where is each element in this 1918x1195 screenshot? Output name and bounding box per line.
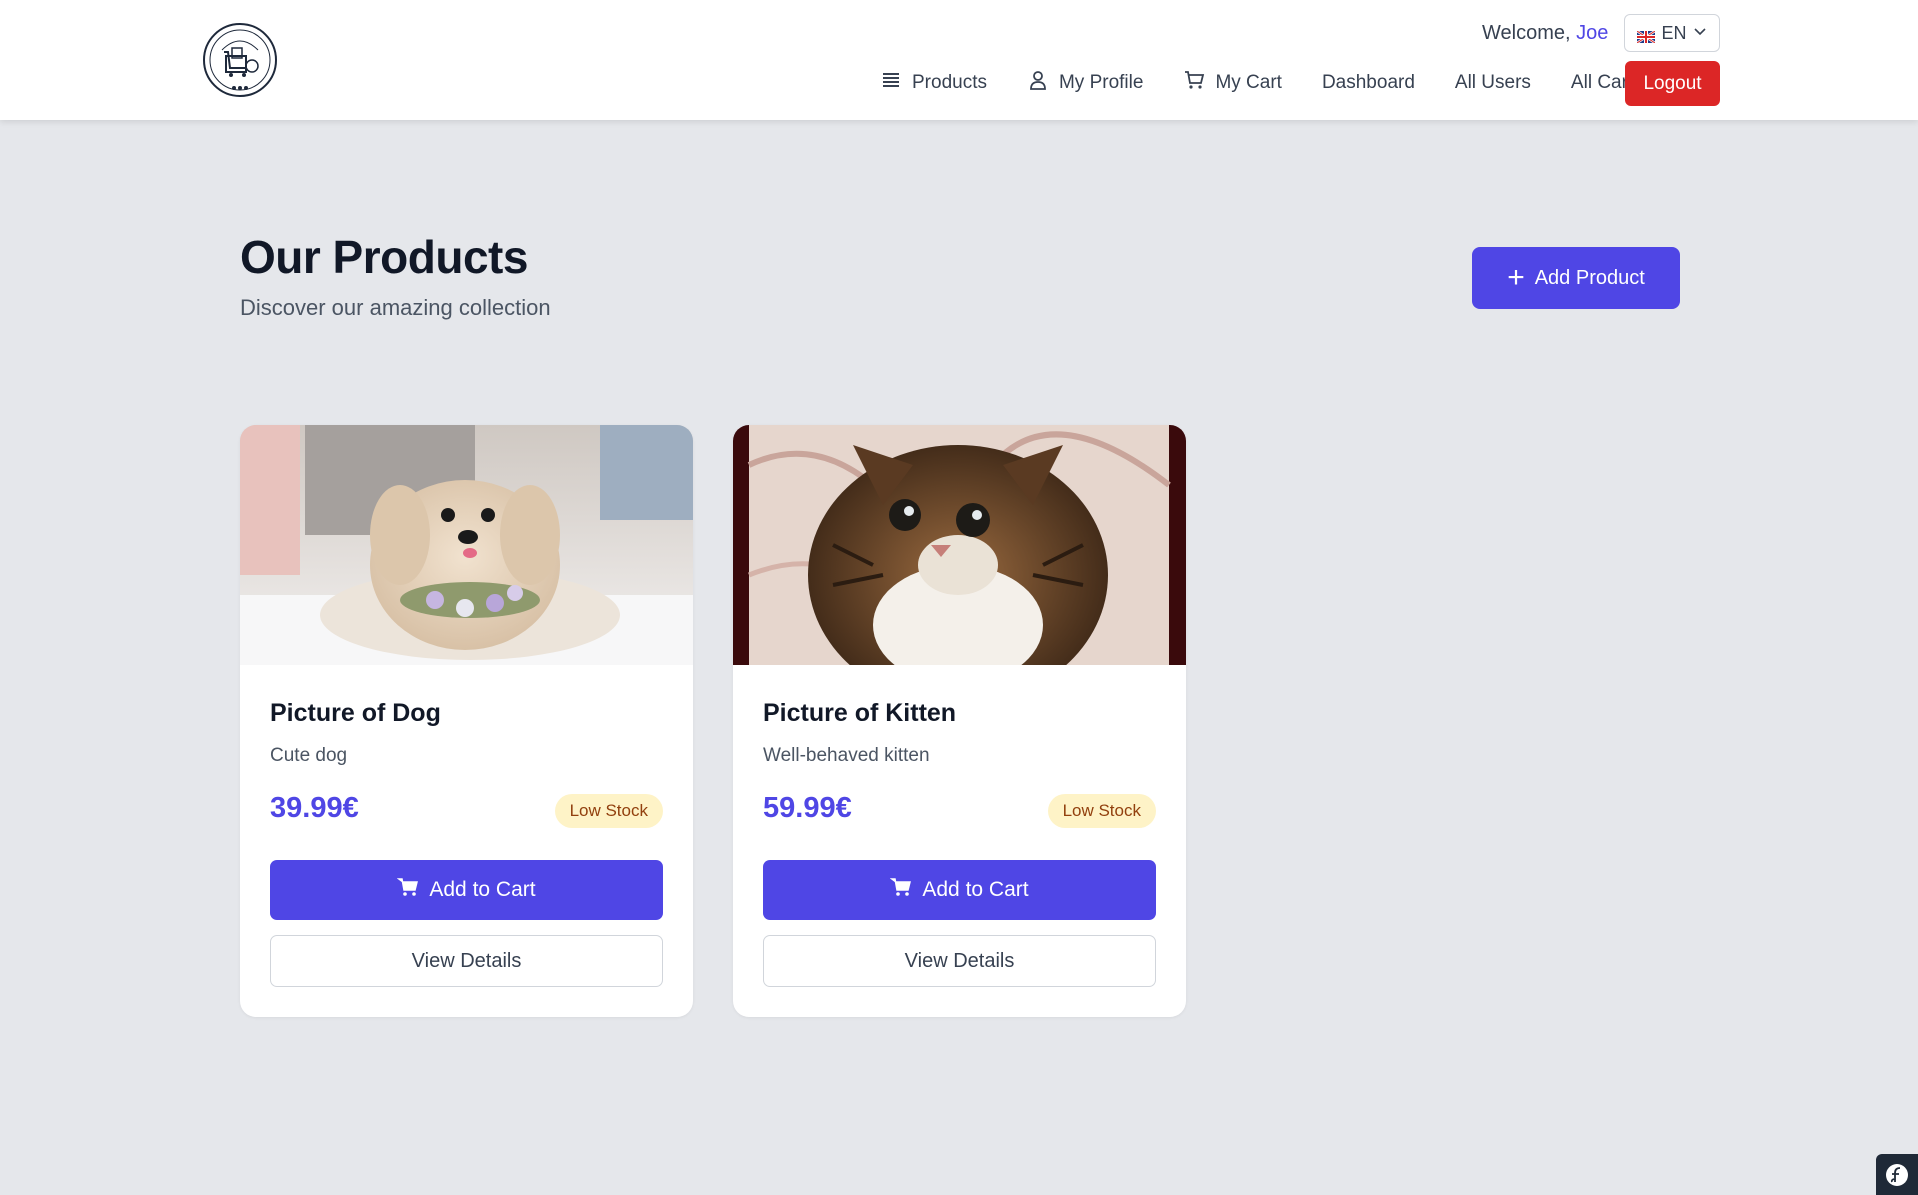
nav-dashboard-label: Dashboard — [1321, 72, 1415, 93]
product-price: 59.99€ — [763, 792, 852, 824]
product-card: Picture of Kitten Well-behaved kitten 59… — [733, 425, 1186, 1017]
welcome-user-name[interactable]: Joe — [1576, 22, 1608, 44]
add-to-cart-label: Add to Cart — [429, 878, 536, 901]
chevron-down-icon — [1693, 23, 1707, 44]
main-nav: Products My Profile My Cart Dashboard Al… — [860, 60, 1663, 106]
nav-my-profile[interactable]: My Profile — [1007, 60, 1163, 106]
nav-my-cart[interactable]: My Cart — [1163, 60, 1302, 106]
add-product-button[interactable]: + Add Product — [1472, 247, 1680, 309]
logout-button[interactable]: Logout — [1625, 61, 1720, 106]
cart-icon — [1183, 69, 1205, 97]
add-to-cart-label: Add to Cart — [922, 878, 1029, 901]
language-selector[interactable]: EN — [1624, 14, 1720, 52]
kitten-photo[interactable] — [733, 425, 1186, 665]
cart-icon — [397, 876, 419, 904]
view-details-button[interactable]: View Details — [270, 935, 663, 987]
language-code: EN — [1661, 22, 1687, 43]
view-details-button[interactable]: View Details — [763, 935, 1156, 987]
product-name[interactable]: Picture of Dog — [270, 699, 441, 728]
nav-all-users-label: All Users — [1454, 72, 1531, 93]
product-card: Picture of Dog Cute dog 39.99€ Low Stock… — [240, 425, 693, 1017]
dog-photo[interactable] — [240, 425, 693, 665]
uk-flag-icon — [1636, 27, 1657, 44]
nav-products[interactable]: Products — [860, 60, 1007, 106]
stock-badge: Low Stock — [1047, 794, 1156, 828]
stock-badge: Low Stock — [554, 794, 663, 828]
product-description: Cute dog — [270, 745, 348, 766]
plus-icon: + — [1507, 261, 1525, 294]
nav-my-profile-label: My Profile — [1058, 72, 1144, 93]
list-icon — [880, 69, 902, 97]
nav-dashboard[interactable]: Dashboard — [1302, 60, 1435, 106]
nav-my-cart-label: My Cart — [1215, 72, 1282, 93]
welcome-message: Welcome, Joe — [1482, 22, 1608, 46]
welcome-prefix: Welcome, — [1482, 22, 1577, 44]
user-icon — [1027, 69, 1049, 97]
cart-icon — [890, 876, 912, 904]
add-product-label: Add Product — [1534, 266, 1645, 289]
product-description: Well-behaved kitten — [763, 745, 930, 766]
page-subtitle: Discover our amazing collection — [240, 295, 551, 320]
store-logo[interactable] — [202, 22, 278, 98]
nav-products-label: Products — [912, 72, 987, 93]
nav-all-users[interactable]: All Users — [1435, 60, 1551, 106]
add-to-cart-button[interactable]: Add to Cart — [270, 860, 663, 920]
product-name[interactable]: Picture of Kitten — [763, 699, 956, 728]
top-header: Welcome, Joe EN Products My Profile My C… — [0, 0, 1918, 120]
product-price: 39.99€ — [270, 792, 359, 824]
add-to-cart-button[interactable]: Add to Cart — [763, 860, 1156, 920]
page-title: Our Products — [240, 231, 528, 283]
debug-toolbar-icon[interactable] — [1876, 1154, 1918, 1195]
